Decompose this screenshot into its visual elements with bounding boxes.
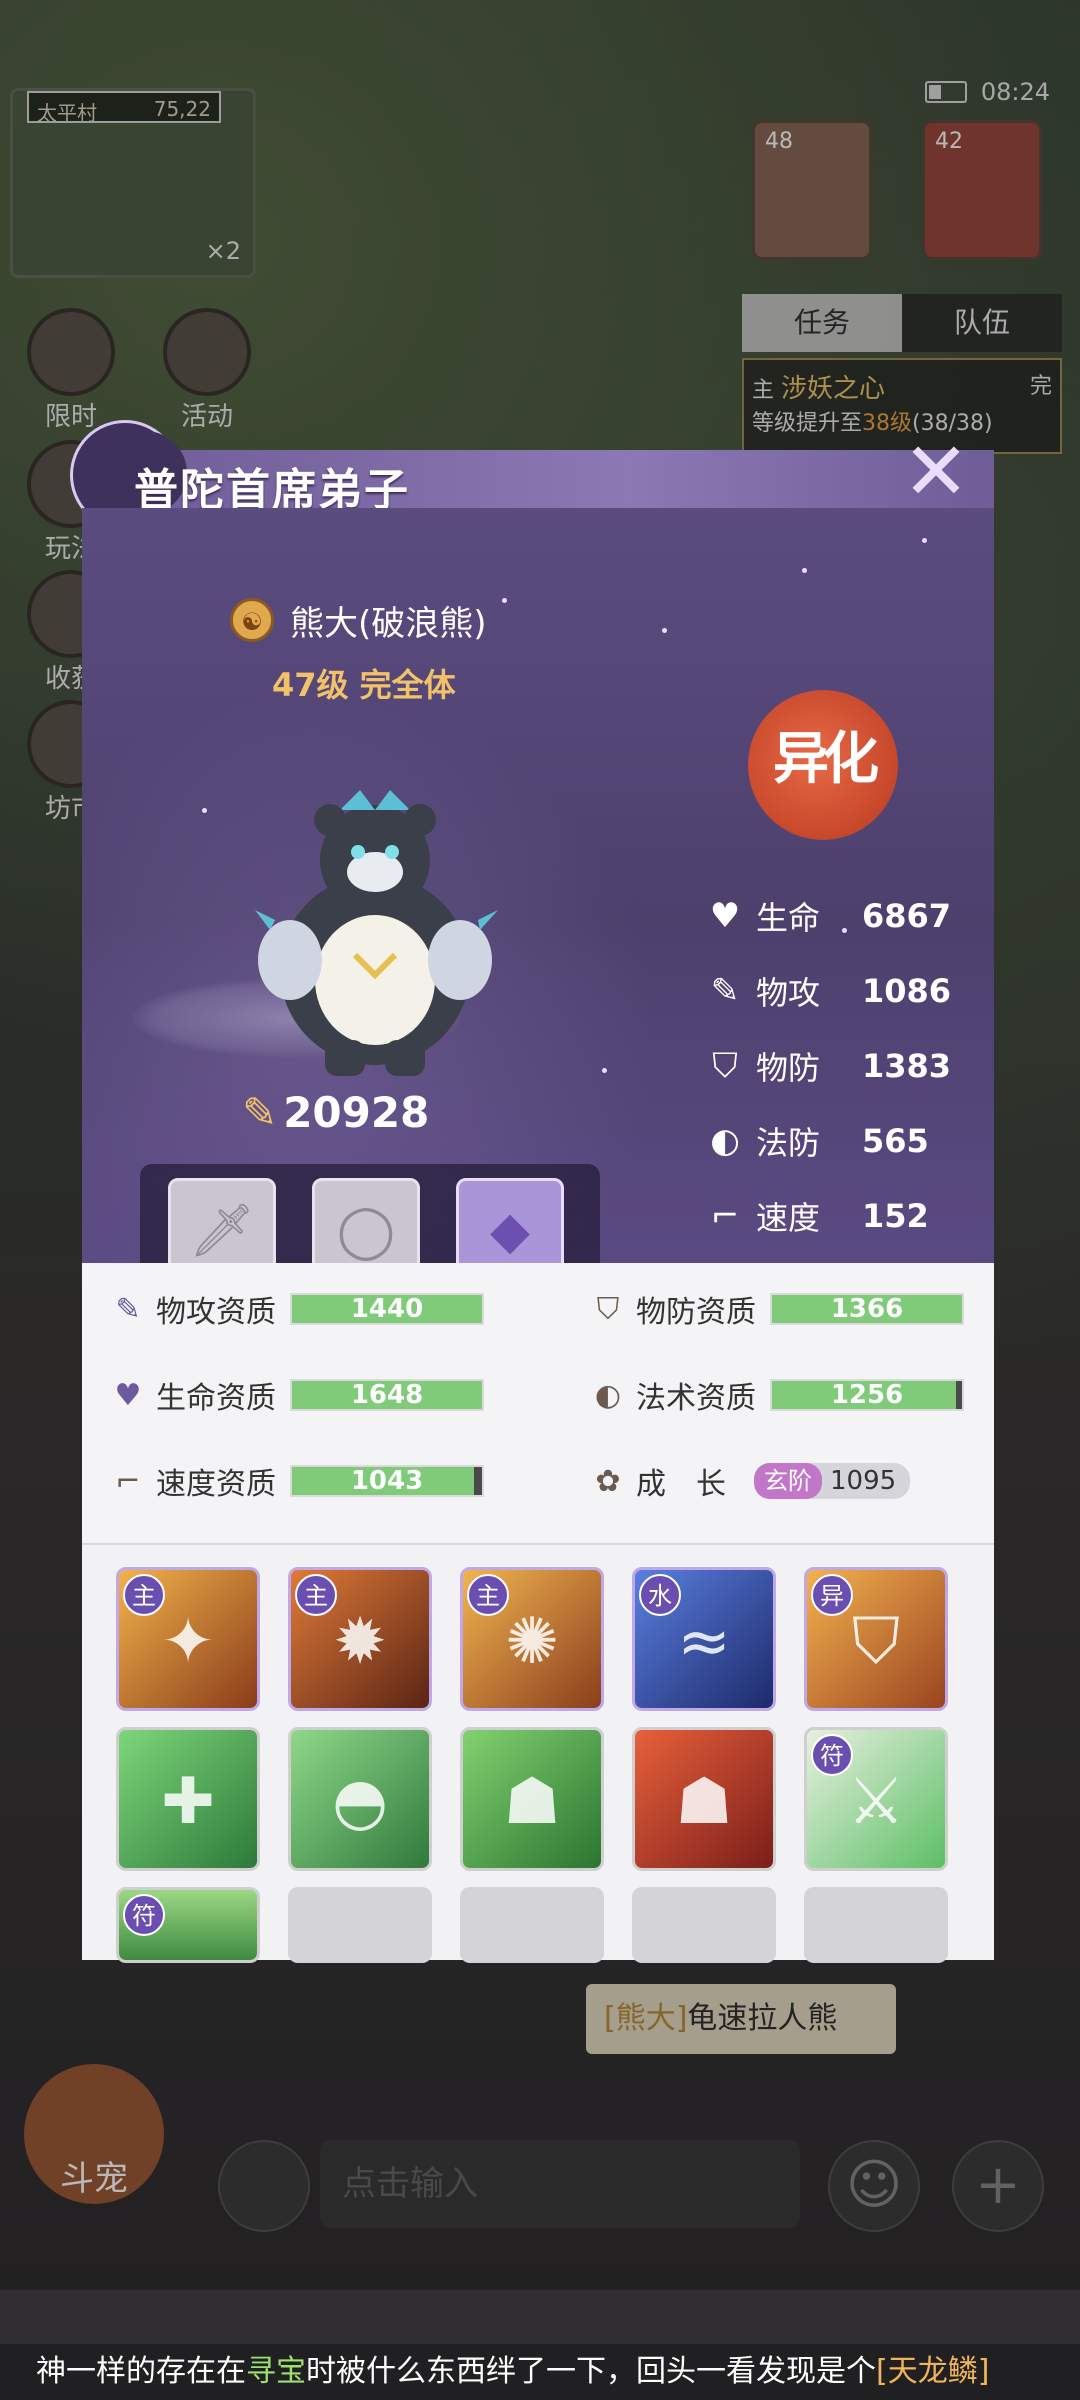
skill-slot[interactable]: 符 <box>116 1887 260 1963</box>
empty-skill-slot[interactable] <box>460 1887 604 1963</box>
paw-icon: ✿ <box>595 1463 621 1499</box>
skill-badge: 异 <box>811 1574 853 1616</box>
skill-slot[interactable]: ☗ <box>632 1727 776 1871</box>
skill-badge: 主 <box>467 1574 509 1616</box>
empty-skill-slot[interactable] <box>288 1887 432 1963</box>
broadcast-highlight: 寻宝 <box>246 2354 306 2389</box>
aptitude-bar: 1440 <box>290 1293 484 1325</box>
skill-slot[interactable]: ≈ 水 <box>632 1567 776 1711</box>
growth-badge: 玄阶 1095 <box>754 1463 911 1499</box>
empty-skill-slot[interactable] <box>804 1887 948 1963</box>
aptitude-bar: 1366 <box>770 1293 964 1325</box>
skill-slot[interactable]: ⚔ 符 <box>804 1727 948 1871</box>
stat-label: 生命 <box>756 898 821 937</box>
skill-badge: 水 <box>639 1574 681 1616</box>
skill-slot[interactable]: ☗ <box>460 1727 604 1871</box>
demon-buff-icon: ☗ <box>503 1765 561 1839</box>
stat-hp: ♥ 生命 6867 <box>702 878 962 953</box>
aptitude-panel: ✎ 物攻资质 1440 ⛉ 物防资质 1366 ♥ 生命资质 1648 ◐ 法术… <box>82 1263 994 1545</box>
magic-shield-icon: ◐ <box>710 1120 740 1161</box>
attack-icon: ✎ <box>115 1291 141 1327</box>
aptitude-bar: 1648 <box>290 1379 484 1411</box>
growth-value: 1095 <box>830 1466 897 1496</box>
power-icon: ✎ <box>242 1088 278 1137</box>
sword-icon: 🗡 <box>188 1201 255 1261</box>
aptitude-value: 1256 <box>830 1380 904 1410</box>
stat-value: 6867 <box>862 896 952 935</box>
growth-row: ✿ 成 长 玄阶 1095 <box>588 1459 911 1503</box>
close-icon[interactable]: ✕ <box>900 432 972 512</box>
pet-bear-model[interactable] <box>250 780 500 1080</box>
boot-icon: ⌐ <box>710 1195 740 1236</box>
boot-icon: ⌐ <box>115 1463 141 1499</box>
swirl-icon: ◐ <box>594 1377 622 1413</box>
skill-slot[interactable]: ✚ <box>116 1727 260 1871</box>
skill-slot[interactable]: ⛉ 异 <box>804 1567 948 1711</box>
skill-slot[interactable]: ✹ 主 <box>288 1567 432 1711</box>
pet-level: 47级 完全体 <box>272 666 456 704</box>
stat-magic-defense: ◐ 法防 565 <box>702 1103 962 1178</box>
aptitude-label: 法术资质 <box>636 1381 756 1416</box>
empty-skill-slot[interactable] <box>632 1887 776 1963</box>
shield-icon: ⛉ <box>712 1045 738 1086</box>
collar-icon: ◯ <box>336 1201 396 1261</box>
skill-slot[interactable]: ◓ <box>288 1727 432 1871</box>
amulet-icon: ◆ <box>490 1201 530 1261</box>
stat-label: 物防 <box>756 1048 821 1087</box>
aptitude-magic: ◐ 法术资质 1256 <box>588 1373 964 1417</box>
heart-icon: ♥ <box>709 895 741 936</box>
system-broadcast: 神一样的存在在寻宝时被什么东西绊了一下，回头一看发现是个[天龙鳞] <box>0 2344 1080 2400</box>
stat-value: 152 <box>862 1196 929 1235</box>
aptitude-speed: ⌐ 速度资质 1043 <box>108 1459 484 1503</box>
attack-icon: ✎ <box>710 970 740 1011</box>
aptitude-value: 1043 <box>350 1466 424 1496</box>
mutation-badge: 异化 <box>748 690 898 840</box>
stat-label: 法防 <box>756 1123 821 1162</box>
skill-badge: 符 <box>811 1734 853 1776</box>
skill-badge: 符 <box>123 1894 165 1936</box>
growth-label: 成 长 <box>636 1467 726 1502</box>
stat-attack: ✎ 物攻 1086 <box>702 953 962 1028</box>
pet-name: 熊大(破浪熊) <box>290 604 487 644</box>
broadcast-item[interactable]: [天龙鳞] <box>876 2354 989 2389</box>
pet-type-icon: ☯ <box>230 598 274 642</box>
skill-slot[interactable]: ✺ 主 <box>460 1567 604 1711</box>
pet-detail-popup: 普陀首席弟子 ✕ ☯ 熊大(破浪熊) 47级 完全体 异化 ✎ 20928 🗡 … <box>70 420 994 1963</box>
stat-label: 速度 <box>756 1198 821 1237</box>
broadcast-text-2: 时被什么东西绊了一下，回头一看发现是个 <box>306 2354 876 2389</box>
stat-speed: ⌐ 速度 152 <box>702 1178 962 1253</box>
stat-value: 565 <box>862 1121 929 1160</box>
aptitude-bar: 1043 <box>290 1465 484 1497</box>
aptitude-value: 1366 <box>830 1294 904 1324</box>
skill-badge: 主 <box>295 1574 337 1616</box>
stat-defense: ⛉ 物防 1383 <box>702 1028 962 1103</box>
skill-slot[interactable]: ✦ 主 <box>116 1567 260 1711</box>
combat-power: ✎ 20928 <box>242 1088 429 1137</box>
skill-badge: 主 <box>123 1574 165 1616</box>
broadcast-text-1: 神一样的存在在 <box>36 2354 246 2389</box>
growth-rank: 玄阶 <box>754 1463 822 1499</box>
pet-overview: ☯ 熊大(破浪熊) 47级 完全体 异化 ✎ 20928 🗡 ◯ ◆ ♥ 生命 … <box>82 508 994 1304</box>
stat-value: 1383 <box>862 1046 952 1085</box>
shield-icon: ⛉ <box>596 1291 620 1327</box>
aptitude-label: 物攻资质 <box>156 1295 276 1330</box>
aptitude-attack: ✎ 物攻资质 1440 <box>108 1287 484 1331</box>
heart-icon: ♥ <box>114 1377 142 1413</box>
combat-power-value: 20928 <box>283 1088 430 1137</box>
stat-label: 物攻 <box>756 973 821 1012</box>
aptitude-bar: 1256 <box>770 1379 964 1411</box>
aptitude-value: 1440 <box>350 1294 424 1324</box>
pet-details-lower: ✎ 物攻资质 1440 ⛉ 物防资质 1366 ♥ 生命资质 1648 ◐ 法术… <box>82 1263 994 1963</box>
pet-stats: ♥ 生命 6867 ✎ 物攻 1086 ⛉ 物防 1383 ◐ 法防 565 ⌐ 速度 152 <box>702 878 962 1253</box>
aptitude-label: 生命资质 <box>156 1381 276 1416</box>
turtle-icon: ◓ <box>332 1765 388 1839</box>
aptitude-value: 1648 <box>350 1380 424 1410</box>
aptitude-defense: ⛉ 物防资质 1366 <box>588 1287 964 1331</box>
aptitude-label: 物防资质 <box>636 1295 756 1330</box>
aptitude-label: 速度资质 <box>156 1467 276 1502</box>
stat-value: 1086 <box>862 971 952 1010</box>
heal-cross-icon: ✚ <box>161 1765 215 1839</box>
aptitude-hp: ♥ 生命资质 1648 <box>108 1373 484 1417</box>
demon-rage-icon: ☗ <box>675 1765 733 1839</box>
